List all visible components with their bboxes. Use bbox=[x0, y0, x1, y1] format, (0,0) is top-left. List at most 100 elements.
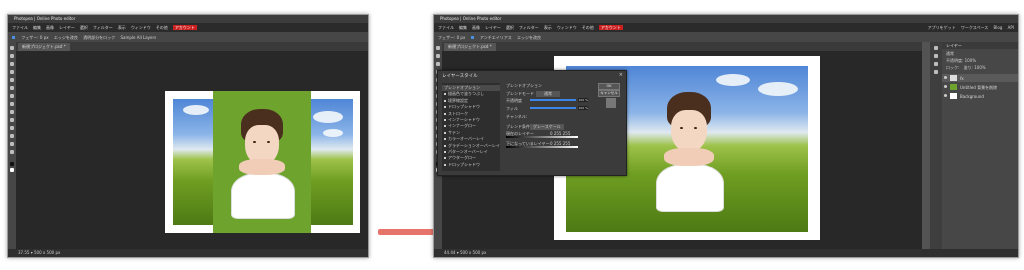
cancel-button[interactable]: キャンセル bbox=[598, 90, 620, 97]
checkbox-icon[interactable] bbox=[444, 125, 446, 128]
this-layer-slider[interactable] bbox=[506, 136, 578, 138]
menu-item[interactable]: その他 bbox=[156, 25, 168, 30]
link-api[interactable]: API bbox=[1008, 25, 1014, 30]
option-anti-alias[interactable]: アンチエイリアス bbox=[480, 35, 512, 40]
menu-item[interactable]: その他 bbox=[582, 25, 594, 30]
canvas-area[interactable] bbox=[16, 51, 368, 249]
style-list-item[interactable]: ストローク bbox=[444, 111, 468, 117]
menu-item[interactable]: レイヤー bbox=[485, 25, 501, 30]
layer-row[interactable]: Background bbox=[942, 92, 1018, 100]
underlying-slider[interactable] bbox=[506, 146, 578, 148]
menu-item[interactable]: 画像 bbox=[472, 25, 480, 30]
fill-slider[interactable] bbox=[530, 107, 576, 109]
link-get-app[interactable]: アプリをゲット bbox=[928, 25, 956, 30]
style-list-item[interactable]: ドロップシャドウ bbox=[444, 104, 480, 110]
history-icon[interactable] bbox=[934, 46, 938, 50]
menu-item[interactable]: 画像 bbox=[46, 25, 54, 30]
visibility-eye-icon[interactable] bbox=[944, 76, 947, 79]
ok-button[interactable]: OK bbox=[598, 83, 620, 90]
checkbox-icon[interactable] bbox=[444, 157, 446, 160]
stamp-tool-icon[interactable] bbox=[10, 102, 14, 106]
zoom-tool-icon[interactable] bbox=[10, 150, 14, 154]
style-list-item[interactable]: ドロップシャドウ bbox=[444, 162, 480, 168]
close-icon[interactable]: × bbox=[619, 72, 623, 78]
menu-item[interactable]: アカウント bbox=[598, 25, 623, 30]
checkbox-icon[interactable] bbox=[470, 36, 474, 39]
tab-document[interactable]: 新規プロジェクト.psd * bbox=[18, 43, 70, 51]
text-tool-icon[interactable] bbox=[10, 126, 14, 130]
checkbox-icon[interactable] bbox=[444, 99, 446, 102]
menu-item[interactable]: ウィンドウ bbox=[557, 25, 577, 30]
eraser-tool-icon[interactable] bbox=[10, 110, 14, 114]
checkbox-icon[interactable] bbox=[444, 163, 446, 166]
lasso-tool-icon[interactable] bbox=[10, 62, 14, 66]
checkbox-icon[interactable] bbox=[444, 112, 446, 115]
menu-item[interactable]: 選択 bbox=[506, 25, 514, 30]
marquee-tool-icon[interactable] bbox=[436, 54, 440, 58]
checkbox-icon[interactable] bbox=[444, 138, 446, 141]
lasso-tool-icon[interactable] bbox=[436, 62, 440, 66]
menu-item[interactable]: フィルター bbox=[519, 25, 539, 30]
menu-item[interactable]: ファイル bbox=[12, 25, 28, 30]
checkbox-icon[interactable] bbox=[444, 119, 446, 121]
tab-document[interactable]: 新規プロジェクト.psd * bbox=[444, 43, 496, 51]
option-sample-all-layers[interactable]: Sample All Layers bbox=[120, 35, 156, 40]
marquee-tool-icon[interactable] bbox=[10, 54, 14, 58]
blend-mode-select[interactable]: 通常 bbox=[536, 91, 560, 97]
swatches-icon[interactable] bbox=[934, 54, 938, 58]
menu-item[interactable]: ウィンドウ bbox=[131, 25, 151, 30]
fill-value[interactable]: 塗り: 100% bbox=[964, 65, 986, 70]
blend-if-select[interactable]: グレースケール bbox=[530, 124, 564, 130]
menu-item[interactable]: 編集 bbox=[33, 25, 41, 30]
option-lock-transparency[interactable]: 透明部分をロック bbox=[83, 35, 115, 40]
visibility-eye-icon[interactable] bbox=[944, 94, 947, 97]
tab-layers[interactable]: レイヤー bbox=[946, 43, 962, 49]
move-tool-icon[interactable] bbox=[436, 46, 440, 50]
style-list-item[interactable]: 境界線設定 bbox=[444, 98, 468, 104]
pen-tool-icon[interactable] bbox=[10, 134, 14, 138]
opacity-value[interactable]: 100 % bbox=[578, 98, 588, 102]
blend-mode-select[interactable]: 通常 bbox=[946, 51, 954, 57]
checkbox-icon[interactable] bbox=[444, 144, 446, 147]
checkbox-icon[interactable] bbox=[444, 106, 446, 109]
style-list-item[interactable]: サテン bbox=[444, 130, 460, 136]
character-icon[interactable] bbox=[934, 70, 938, 74]
link-workspace[interactable]: ワークスペース bbox=[961, 25, 988, 30]
fill-value[interactable]: 100 % bbox=[578, 106, 588, 110]
option-refine-edge[interactable]: エッジを改良 bbox=[54, 35, 78, 40]
hand-tool-icon[interactable] bbox=[10, 142, 14, 146]
eyedropper-icon[interactable] bbox=[10, 86, 14, 90]
magic-wand-icon[interactable] bbox=[10, 70, 14, 74]
layer-row[interactable]: Untitled 背景を削除 bbox=[942, 83, 1018, 91]
brush-tool-icon[interactable] bbox=[10, 94, 14, 98]
menu-item[interactable]: ファイル bbox=[438, 25, 454, 30]
opacity-slider[interactable] bbox=[530, 99, 576, 101]
checkbox-icon[interactable] bbox=[444, 131, 446, 134]
style-list-item[interactable]: グラデーションオーバーレイ bbox=[444, 143, 500, 149]
style-list-item[interactable]: カラーオーバーレイ bbox=[444, 136, 484, 142]
visibility-eye-icon[interactable] bbox=[944, 85, 947, 88]
opacity-field[interactable]: 不透明度: 100% bbox=[946, 58, 976, 64]
crop-tool-icon[interactable] bbox=[10, 78, 14, 82]
move-tool-icon[interactable] bbox=[10, 46, 14, 50]
foreground-color-icon[interactable] bbox=[10, 162, 14, 166]
option-refine-edge[interactable]: エッジを改良 bbox=[517, 35, 541, 40]
layer-row[interactable]: fx bbox=[942, 74, 1018, 82]
link-blog[interactable]: Blog bbox=[994, 25, 1003, 30]
checkbox-icon[interactable] bbox=[444, 93, 446, 96]
brush-settings-icon[interactable] bbox=[934, 62, 938, 66]
menu-item[interactable]: アカウント bbox=[172, 25, 197, 30]
menu-item[interactable]: フィルター bbox=[93, 25, 113, 30]
checkbox-icon[interactable] bbox=[12, 36, 15, 39]
gradient-tool-icon[interactable] bbox=[10, 118, 14, 122]
style-list-item[interactable]: アウターグロー bbox=[444, 155, 476, 161]
background-color-icon[interactable] bbox=[10, 168, 14, 172]
menu-item[interactable]: レイヤー bbox=[59, 25, 75, 30]
checkbox-icon[interactable] bbox=[444, 151, 446, 153]
menu-item[interactable]: 表示 bbox=[544, 25, 552, 30]
style-list-item[interactable]: インナーグロー bbox=[444, 123, 476, 129]
menu-item[interactable]: 表示 bbox=[118, 25, 126, 30]
style-list-item[interactable]: 描画色で塗りつぶし bbox=[444, 91, 484, 97]
menu-item[interactable]: 編集 bbox=[459, 25, 467, 30]
menu-item[interactable]: 選択 bbox=[80, 25, 88, 30]
